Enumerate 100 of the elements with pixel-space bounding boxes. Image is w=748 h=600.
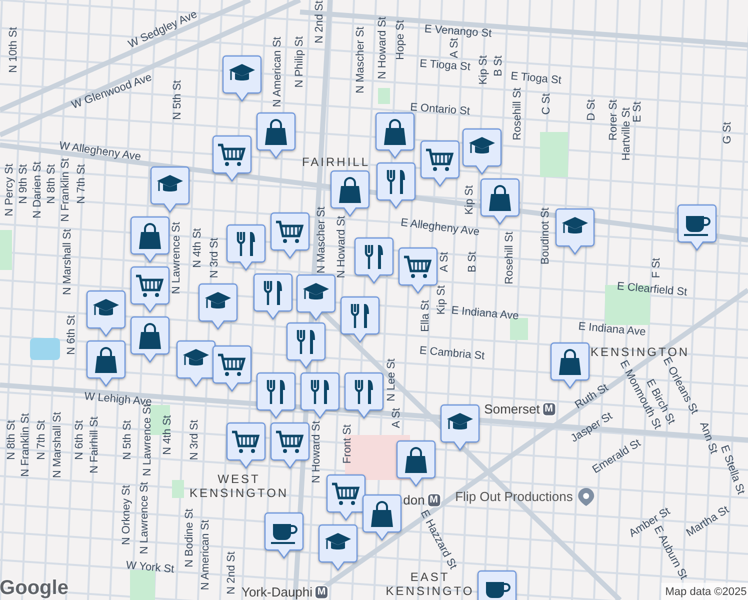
- cafe-marker[interactable]: [264, 512, 304, 560]
- street-label: E Indiana Ave: [578, 322, 646, 338]
- school-marker[interactable]: [296, 274, 336, 322]
- metro-station-icon[interactable]: M: [314, 585, 329, 599]
- graduation-cap-icon: [469, 137, 495, 154]
- school-marker[interactable]: [222, 55, 262, 103]
- shopping-marker[interactable]: [396, 440, 436, 488]
- street-label: N Howard St: [336, 216, 348, 278]
- school-marker[interactable]: [176, 340, 216, 388]
- grocery-marker[interactable]: [420, 140, 460, 188]
- school-marker[interactable]: [440, 404, 480, 452]
- park: [510, 318, 528, 340]
- restaurant-marker[interactable]: [226, 224, 266, 272]
- street-label: E Indiana Ave: [450, 306, 520, 322]
- neighborhood-label: EAST KENSINGTO: [386, 570, 474, 598]
- neighborhood-label: WEST KENSINGTON: [189, 472, 289, 500]
- grocery-marker[interactable]: [270, 212, 310, 260]
- grocery-marker[interactable]: [212, 135, 252, 183]
- street-label: Front St: [342, 424, 354, 464]
- cafe-marker[interactable]: [677, 204, 717, 252]
- restaurant-marker[interactable]: [286, 322, 326, 370]
- street-label: N Franklin St: [20, 413, 32, 477]
- location-pin-icon[interactable]: [576, 487, 595, 507]
- street-label: A St: [392, 408, 402, 428]
- street-label: N Marshall St: [52, 412, 64, 478]
- graduation-cap-icon: [447, 413, 473, 430]
- street-label: N 5th St: [172, 80, 184, 120]
- school-marker[interactable]: [150, 166, 190, 214]
- grocery-marker[interactable]: [226, 422, 266, 470]
- street-label: B St: [494, 56, 504, 76]
- school-marker[interactable]: [86, 290, 126, 338]
- street-label: N Lawrence St: [172, 222, 182, 294]
- street-label: Rosehill St: [504, 232, 516, 284]
- restaurant-marker[interactable]: [253, 273, 293, 321]
- street-label: N Philip St: [294, 36, 306, 88]
- school-marker[interactable]: [198, 283, 238, 331]
- graduation-cap-icon: [93, 299, 119, 316]
- shopping-bag-icon: [559, 349, 581, 375]
- street-label: N 4th St: [192, 228, 204, 268]
- shopping-marker[interactable]: [256, 112, 296, 160]
- street-label: N American St: [200, 520, 212, 590]
- fork-knife-icon: [310, 378, 329, 406]
- shopping-marker[interactable]: [130, 216, 170, 264]
- shopping-cart-icon: [426, 148, 454, 171]
- shopping-bag-icon: [265, 119, 287, 145]
- street-label: N 7th St: [36, 420, 48, 460]
- street-label: Ruth St: [574, 382, 610, 412]
- metro-station-icon[interactable]: M: [426, 493, 441, 507]
- graduation-cap-icon: [205, 292, 231, 308]
- school-marker[interactable]: [462, 128, 502, 176]
- park: [130, 570, 155, 600]
- fork-knife-icon: [264, 280, 282, 306]
- graduation-cap-icon: [157, 175, 183, 192]
- neighborhood-label: FAIRHILL: [302, 155, 370, 169]
- fork-knife-icon: [386, 168, 405, 196]
- shopping-cart-icon: [218, 354, 246, 376]
- restaurant-marker[interactable]: [376, 162, 416, 210]
- shopping-marker[interactable]: [375, 112, 415, 160]
- street-label: N Percy St: [4, 164, 16, 216]
- grocery-marker[interactable]: [130, 266, 170, 314]
- street-label: N 5th St: [122, 420, 134, 460]
- shopping-marker[interactable]: [550, 342, 590, 390]
- grocery-marker[interactable]: [326, 474, 366, 522]
- restaurant-marker[interactable]: [344, 372, 384, 420]
- school-marker[interactable]: [318, 524, 358, 572]
- map-attribution: Map data ©2025: [661, 582, 748, 600]
- grocery-marker[interactable]: [212, 345, 252, 393]
- shopping-marker[interactable]: [86, 340, 126, 388]
- coffee-cup-icon: [684, 216, 710, 236]
- shopping-cart-icon: [232, 430, 260, 453]
- street-label: N 9th St: [18, 164, 30, 204]
- street-label: N 8th St: [46, 164, 58, 204]
- street-label: N Howard St: [312, 420, 322, 484]
- restaurant-marker[interactable]: [340, 296, 380, 344]
- grocery-marker[interactable]: [398, 247, 438, 295]
- fork-knife-icon: [354, 378, 373, 406]
- station-label: York-Dauphi: [241, 583, 313, 600]
- station-label: Somerset: [484, 400, 540, 418]
- school-marker[interactable]: [555, 208, 595, 256]
- shopping-marker[interactable]: [130, 316, 170, 364]
- street-label: Rorer St: [608, 100, 620, 140]
- restaurant-marker[interactable]: [300, 372, 340, 420]
- metro-station-icon[interactable]: M: [542, 402, 556, 416]
- restaurant-marker[interactable]: [256, 372, 296, 420]
- shopping-bag-icon: [139, 223, 161, 249]
- street-label: N 6th St: [74, 420, 86, 460]
- shopping-bag-icon: [489, 185, 511, 211]
- street-label: N 3rd St: [210, 238, 220, 278]
- shopping-bag-icon: [384, 119, 406, 145]
- street-label: N American St: [272, 36, 284, 108]
- street-label: E Clearfield St: [616, 281, 688, 299]
- restaurant-marker[interactable]: [354, 237, 394, 285]
- shopping-marker[interactable]: [480, 178, 520, 226]
- grocery-marker[interactable]: [270, 422, 310, 470]
- shopping-bag-icon: [371, 501, 393, 527]
- place-label[interactable]: Flip Out Productions: [455, 487, 573, 507]
- street-label: N 2nd St: [314, 0, 326, 44]
- fork-knife-icon: [266, 378, 285, 406]
- shopping-marker[interactable]: [362, 494, 402, 542]
- graduation-cap-icon: [229, 64, 255, 80]
